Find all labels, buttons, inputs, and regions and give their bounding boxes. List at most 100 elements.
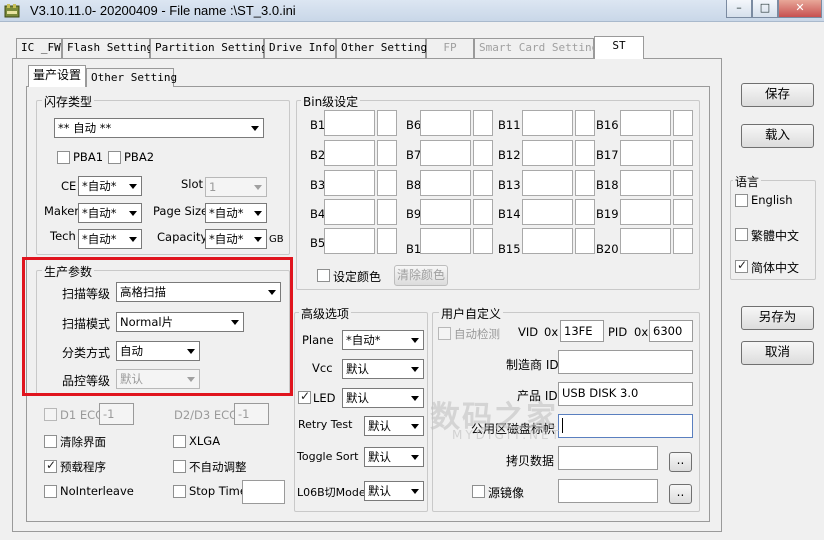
maximize-button[interactable]: □	[752, 0, 778, 18]
bin-color-swatch[interactable]	[377, 110, 397, 136]
led-select[interactable]: 默认	[342, 388, 424, 408]
simplified-chinese-checkbox[interactable]	[735, 258, 748, 273]
d2d3-ecc-input[interactable]: -1	[234, 403, 269, 425]
bin-color-swatch[interactable]	[673, 199, 693, 225]
minimize-button[interactable]: –	[726, 0, 752, 18]
bin-color-swatch[interactable]	[575, 228, 595, 254]
preburn-checkbox[interactable]	[44, 458, 57, 473]
bin-value-input[interactable]	[324, 170, 375, 196]
bin-value-input[interactable]	[522, 228, 573, 254]
bin-value-input[interactable]	[620, 110, 671, 136]
capacity-select[interactable]: *自动*	[205, 229, 267, 249]
subtab-production-settings[interactable]: 量产设置	[28, 65, 86, 87]
bin-color-swatch[interactable]	[575, 199, 595, 225]
bin-color-swatch[interactable]	[377, 170, 397, 196]
d1-ecc-checkbox[interactable]	[44, 408, 57, 421]
english-checkbox[interactable]	[735, 194, 748, 207]
page-size-select[interactable]: *自动*	[205, 203, 267, 223]
bin-value-input[interactable]	[324, 228, 375, 254]
copy-data-input[interactable]	[558, 446, 658, 470]
bin-value-input[interactable]	[620, 228, 671, 254]
l06b-mode-select[interactable]: 默认	[364, 481, 424, 501]
toggle-sort-select[interactable]: 默认	[364, 447, 424, 467]
slot-select[interactable]: 1	[205, 177, 267, 197]
tab-st[interactable]: ST	[594, 36, 644, 59]
bin-value-input[interactable]	[324, 140, 375, 166]
bin-color-swatch[interactable]	[575, 110, 595, 136]
bin-value-input[interactable]	[620, 140, 671, 166]
led-checkbox[interactable]	[298, 389, 311, 404]
tab-smart-card-setting[interactable]: Smart Card Setting	[474, 38, 598, 58]
mirror-browse-button[interactable]: ..	[669, 484, 692, 504]
tab-fp[interactable]: FP	[426, 38, 474, 58]
bin-value-input[interactable]	[522, 110, 573, 136]
tab-other-setting[interactable]: Other Setting	[336, 38, 427, 58]
vid-input[interactable]: 13FE	[560, 320, 604, 342]
bin-value-input[interactable]	[522, 199, 573, 225]
save-button[interactable]: 保存	[741, 83, 814, 107]
bin-value-input[interactable]	[420, 170, 471, 196]
clear-color-button[interactable]: 清除颜色	[394, 265, 448, 286]
product-id-input[interactable]: USB DISK 3.0	[558, 382, 693, 406]
pba1-checkbox[interactable]	[57, 151, 70, 164]
ce-select[interactable]: *自动*	[78, 176, 142, 196]
mirror-checkbox[interactable]	[472, 485, 485, 498]
maker-select[interactable]: *自动*	[78, 203, 142, 223]
clear-ui-checkbox[interactable]	[44, 435, 57, 448]
cancel-button[interactable]: 取消	[741, 341, 814, 365]
bin-value-input[interactable]	[420, 199, 471, 225]
bin-color-swatch[interactable]	[473, 140, 493, 166]
traditional-chinese-checkbox[interactable]	[735, 228, 748, 241]
tab-partition-setting[interactable]: Partition Setting	[150, 38, 268, 58]
bin-color-swatch[interactable]	[377, 140, 397, 166]
bin-value-input[interactable]	[522, 140, 573, 166]
save-as-button[interactable]: 另存为	[741, 306, 814, 330]
no-auto-adjust-checkbox[interactable]	[173, 460, 186, 473]
d1-ecc-input[interactable]: -1	[99, 403, 134, 425]
set-color-checkbox[interactable]	[317, 269, 330, 282]
bin-color-swatch[interactable]	[575, 170, 595, 196]
vid-label: VID	[518, 325, 539, 339]
xlga-checkbox[interactable]	[173, 435, 186, 448]
bin-value-input[interactable]	[420, 140, 471, 166]
bin-color-swatch[interactable]	[473, 110, 493, 136]
close-button[interactable]: ✕	[778, 0, 822, 18]
bin-color-swatch[interactable]	[473, 170, 493, 196]
load-button[interactable]: 载入	[741, 124, 814, 148]
stop-time-checkbox[interactable]	[173, 485, 186, 498]
bin-color-swatch[interactable]	[673, 140, 693, 166]
bin-value-input[interactable]	[620, 199, 671, 225]
subtab-other-setting[interactable]: Other Setting	[86, 68, 177, 87]
bin-value-input[interactable]	[420, 228, 471, 254]
disk-label-input[interactable]	[558, 414, 693, 438]
bin-color-swatch[interactable]	[673, 110, 693, 136]
bin-value-input[interactable]	[420, 110, 471, 136]
copy-data-browse-button[interactable]: ..	[669, 452, 692, 472]
bin-value-input[interactable]	[324, 199, 375, 225]
mirror-input[interactable]	[558, 479, 658, 503]
nointerleave-checkbox[interactable]	[44, 485, 57, 498]
pba2-checkbox[interactable]	[108, 151, 121, 164]
tech-select[interactable]: *自动*	[78, 229, 142, 249]
stop-time-input[interactable]	[242, 480, 285, 504]
bin-value-input[interactable]	[620, 170, 671, 196]
tab-ic-fw[interactable]: IC _FW	[16, 38, 62, 58]
bin-color-swatch[interactable]	[473, 228, 493, 254]
plane-select[interactable]: *自动*	[342, 330, 424, 350]
pid-input[interactable]: 6300	[649, 320, 693, 342]
auto-detect-checkbox[interactable]	[438, 327, 451, 340]
retry-test-select[interactable]: 默认	[364, 416, 424, 436]
vcc-select[interactable]: 默认	[342, 359, 424, 379]
bin-value-input[interactable]	[324, 110, 375, 136]
bin-color-swatch[interactable]	[377, 199, 397, 225]
bin-color-swatch[interactable]	[473, 199, 493, 225]
bin-color-swatch[interactable]	[673, 170, 693, 196]
bin-color-swatch[interactable]	[575, 140, 595, 166]
tab-flash-setting[interactable]: Flash Setting	[62, 38, 153, 58]
bin-value-input[interactable]	[522, 170, 573, 196]
bin-color-swatch[interactable]	[377, 228, 397, 254]
tab-drive-info[interactable]: Drive Info	[264, 38, 336, 58]
vendor-id-input[interactable]	[558, 350, 693, 374]
flash-mode-select[interactable]: ** 自动 **	[54, 118, 264, 138]
bin-color-swatch[interactable]	[673, 228, 693, 254]
